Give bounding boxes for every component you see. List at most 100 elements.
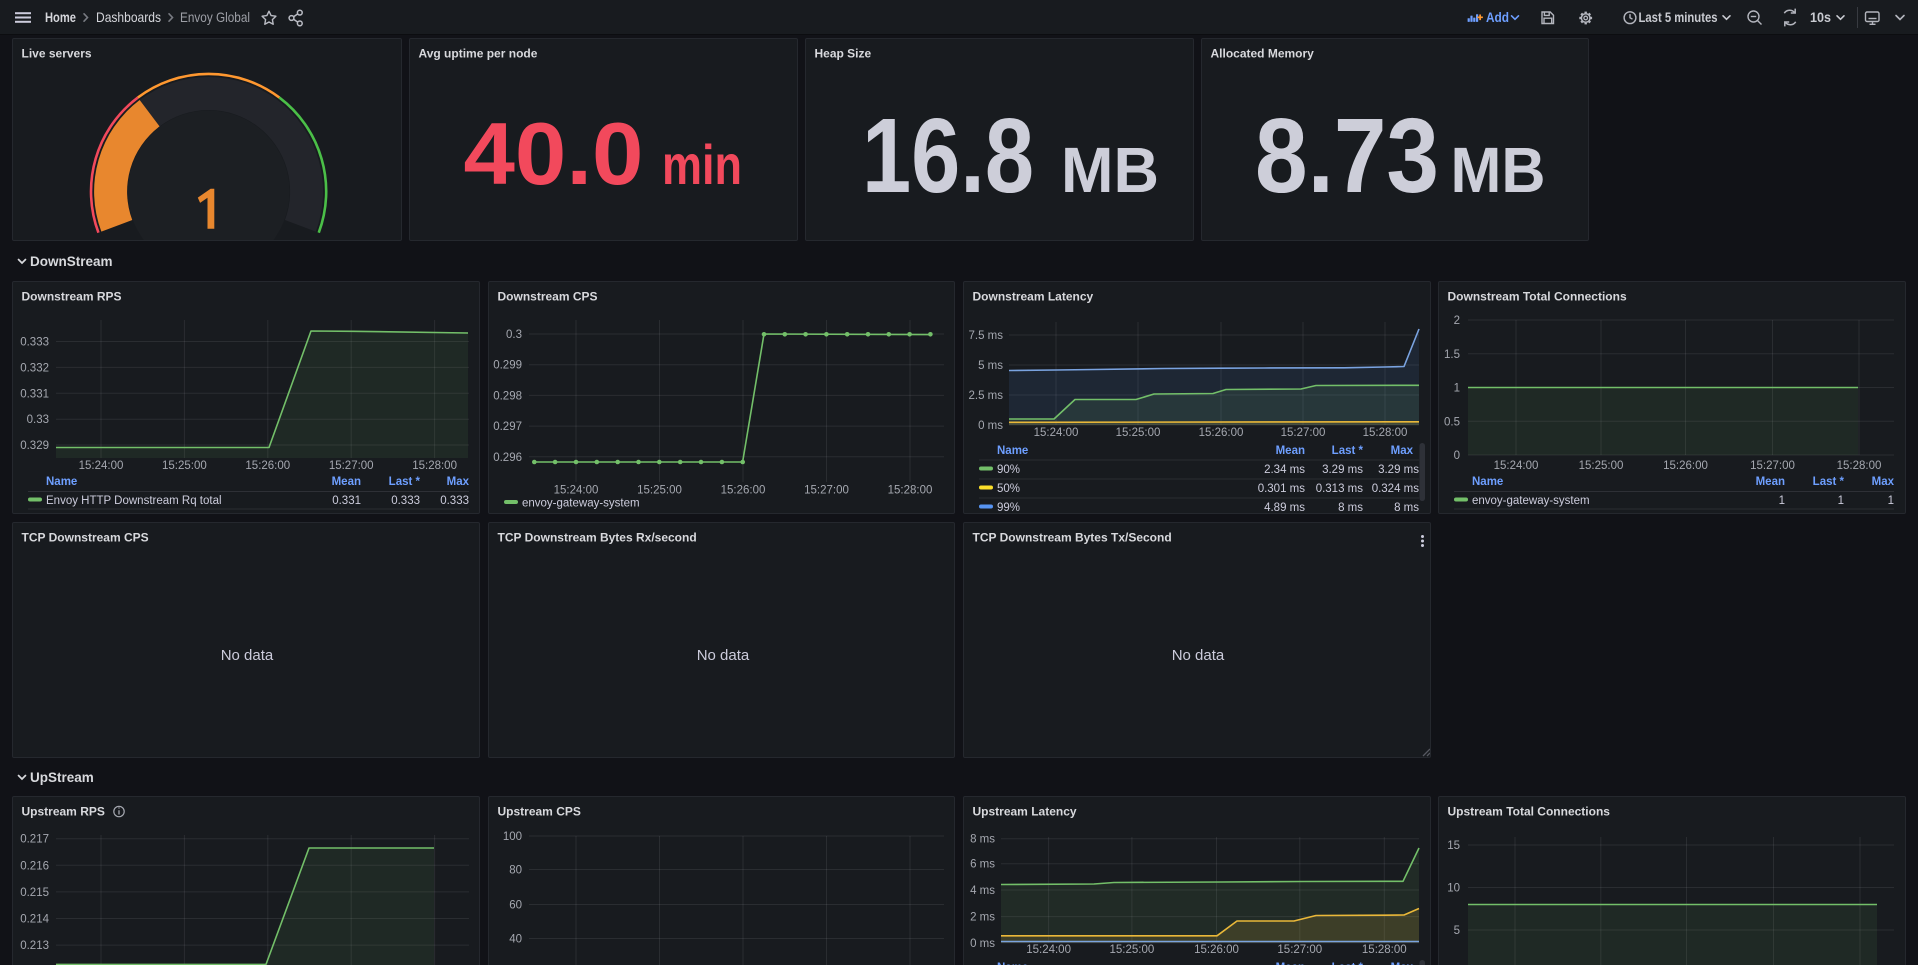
svg-text:0.3: 0.3 bbox=[506, 329, 522, 341]
svg-text:Downstream CPS: Downstream CPS bbox=[498, 290, 598, 304]
svg-text:Upstream Latency: Upstream Latency bbox=[973, 805, 1077, 819]
svg-text:15:26:00: 15:26:00 bbox=[1663, 460, 1708, 472]
svg-text:2.5 ms: 2.5 ms bbox=[968, 390, 1003, 402]
svg-text:99%: 99% bbox=[997, 502, 1020, 513]
svg-text:15:26:00: 15:26:00 bbox=[1194, 944, 1239, 956]
svg-text:Name: Name bbox=[1472, 476, 1503, 488]
svg-text:Last *: Last * bbox=[1813, 476, 1845, 488]
svg-text:UpStream: UpStream bbox=[30, 770, 94, 785]
svg-text:Envoy HTTP Downstream Rq total: Envoy HTTP Downstream Rq total bbox=[46, 495, 222, 507]
svg-text:Add: Add bbox=[1486, 9, 1509, 25]
svg-text:0.313 ms: 0.313 ms bbox=[1316, 483, 1364, 495]
svg-text:Mean: Mean bbox=[332, 476, 361, 488]
svg-text:Upstream RPS: Upstream RPS bbox=[22, 805, 105, 819]
svg-text:Max: Max bbox=[1872, 476, 1895, 488]
svg-text:15:24:00: 15:24:00 bbox=[1494, 460, 1539, 472]
svg-text:15:28:00: 15:28:00 bbox=[1363, 427, 1408, 439]
svg-text:Upstream Total Connections: Upstream Total Connections bbox=[1448, 805, 1611, 819]
svg-text:Home: Home bbox=[45, 9, 76, 25]
svg-text:Upstream CPS: Upstream CPS bbox=[498, 805, 581, 819]
svg-text:3.29 ms: 3.29 ms bbox=[1322, 464, 1363, 476]
svg-text:0.333: 0.333 bbox=[440, 495, 469, 507]
svg-text:15:27:00: 15:27:00 bbox=[329, 460, 374, 472]
svg-text:0.324 ms: 0.324 ms bbox=[1372, 483, 1420, 495]
svg-text:TCP Downstream Bytes Tx/Second: TCP Downstream Bytes Tx/Second bbox=[973, 531, 1172, 545]
svg-text:15:27:00: 15:27:00 bbox=[1750, 460, 1795, 472]
svg-text:Downstream Total Connections: Downstream Total Connections bbox=[1448, 290, 1627, 304]
svg-text:0.331: 0.331 bbox=[332, 495, 361, 507]
svg-text:15:27:00: 15:27:00 bbox=[1281, 427, 1326, 439]
svg-text:Last *: Last * bbox=[389, 476, 421, 488]
svg-text:0.333: 0.333 bbox=[391, 495, 420, 507]
svg-text:Last *: Last * bbox=[1332, 445, 1364, 457]
svg-text:1: 1 bbox=[1779, 495, 1785, 507]
svg-text:15:28:00: 15:28:00 bbox=[1362, 944, 1407, 956]
svg-text:0.296: 0.296 bbox=[493, 452, 522, 464]
svg-text:15:25:00: 15:25:00 bbox=[162, 460, 207, 472]
svg-text:MB: MB bbox=[1061, 134, 1159, 206]
svg-text:0.332: 0.332 bbox=[20, 362, 49, 374]
svg-text:Downstream RPS: Downstream RPS bbox=[22, 290, 122, 304]
svg-text:0.217: 0.217 bbox=[20, 834, 49, 846]
svg-text:80: 80 bbox=[509, 865, 522, 877]
svg-text:15: 15 bbox=[1447, 840, 1460, 852]
svg-text:TCP Downstream Bytes Rx/second: TCP Downstream Bytes Rx/second bbox=[498, 531, 697, 545]
svg-text:0.298: 0.298 bbox=[493, 390, 522, 402]
svg-text:2: 2 bbox=[1454, 315, 1460, 327]
svg-text:DownStream: DownStream bbox=[30, 254, 113, 269]
svg-text:15:24:00: 15:24:00 bbox=[554, 485, 599, 497]
svg-text:No data: No data bbox=[221, 647, 274, 664]
svg-text:TCP Downstream CPS: TCP Downstream CPS bbox=[22, 531, 149, 545]
svg-text:2.34 ms: 2.34 ms bbox=[1264, 464, 1305, 476]
svg-text:No data: No data bbox=[697, 647, 750, 664]
svg-text:Envoy Global: Envoy Global bbox=[180, 9, 250, 25]
svg-text:8.73: 8.73 bbox=[1255, 97, 1439, 215]
svg-text:4 ms: 4 ms bbox=[970, 885, 995, 897]
svg-text:15:24:00: 15:24:00 bbox=[79, 460, 124, 472]
svg-text:0 ms: 0 ms bbox=[970, 938, 995, 950]
svg-text:5: 5 bbox=[1454, 925, 1460, 937]
svg-text:6 ms: 6 ms bbox=[970, 859, 995, 871]
svg-text:Mean: Mean bbox=[1276, 445, 1305, 457]
svg-text:10: 10 bbox=[1447, 883, 1460, 895]
svg-text:0.329: 0.329 bbox=[20, 440, 49, 452]
svg-text:0.331: 0.331 bbox=[20, 388, 49, 400]
svg-text:15:27:00: 15:27:00 bbox=[804, 485, 849, 497]
svg-text:3.29 ms: 3.29 ms bbox=[1378, 464, 1419, 476]
svg-text:Live servers: Live servers bbox=[22, 47, 92, 61]
svg-text:15:28:00: 15:28:00 bbox=[412, 460, 457, 472]
svg-text:15:25:00: 15:25:00 bbox=[1110, 944, 1155, 956]
svg-text:15:26:00: 15:26:00 bbox=[1199, 427, 1244, 439]
svg-text:Max: Max bbox=[447, 476, 470, 488]
svg-text:0.333: 0.333 bbox=[20, 337, 49, 349]
svg-text:No data: No data bbox=[1172, 647, 1225, 664]
svg-text:60: 60 bbox=[509, 900, 522, 912]
svg-text:15:24:00: 15:24:00 bbox=[1026, 944, 1071, 956]
svg-text:50%: 50% bbox=[997, 483, 1020, 495]
svg-text:8 ms: 8 ms bbox=[1338, 502, 1363, 513]
svg-text:15:24:00: 15:24:00 bbox=[1034, 427, 1079, 439]
svg-text:0.33: 0.33 bbox=[27, 414, 49, 426]
svg-text:Downstream Latency: Downstream Latency bbox=[973, 290, 1094, 304]
svg-text:MB: MB bbox=[1451, 134, 1546, 206]
svg-text:5 ms: 5 ms bbox=[978, 360, 1003, 372]
svg-text:16.8: 16.8 bbox=[862, 97, 1034, 215]
svg-text:envoy-gateway-system: envoy-gateway-system bbox=[1472, 495, 1590, 507]
svg-text:8 ms: 8 ms bbox=[1394, 502, 1419, 513]
svg-text:0.297: 0.297 bbox=[493, 421, 522, 433]
svg-text:envoy-gateway-system: envoy-gateway-system bbox=[522, 498, 640, 510]
svg-text:0.5: 0.5 bbox=[1444, 416, 1460, 428]
svg-text:min: min bbox=[662, 133, 742, 196]
svg-text:15:27:00: 15:27:00 bbox=[1277, 944, 1322, 956]
svg-text:Last 5 minutes: Last 5 minutes bbox=[1639, 9, 1718, 25]
svg-text:0.215: 0.215 bbox=[20, 887, 49, 899]
svg-text:40: 40 bbox=[509, 934, 522, 946]
svg-text:Name: Name bbox=[46, 476, 77, 488]
svg-text:7.5 ms: 7.5 ms bbox=[968, 330, 1003, 342]
svg-text:1: 1 bbox=[1454, 383, 1460, 395]
svg-text:Mean: Mean bbox=[1756, 476, 1785, 488]
svg-text:4.89 ms: 4.89 ms bbox=[1264, 502, 1305, 513]
svg-text:15:26:00: 15:26:00 bbox=[721, 485, 766, 497]
svg-text:90%: 90% bbox=[997, 464, 1020, 476]
svg-text:10s: 10s bbox=[1810, 9, 1831, 25]
